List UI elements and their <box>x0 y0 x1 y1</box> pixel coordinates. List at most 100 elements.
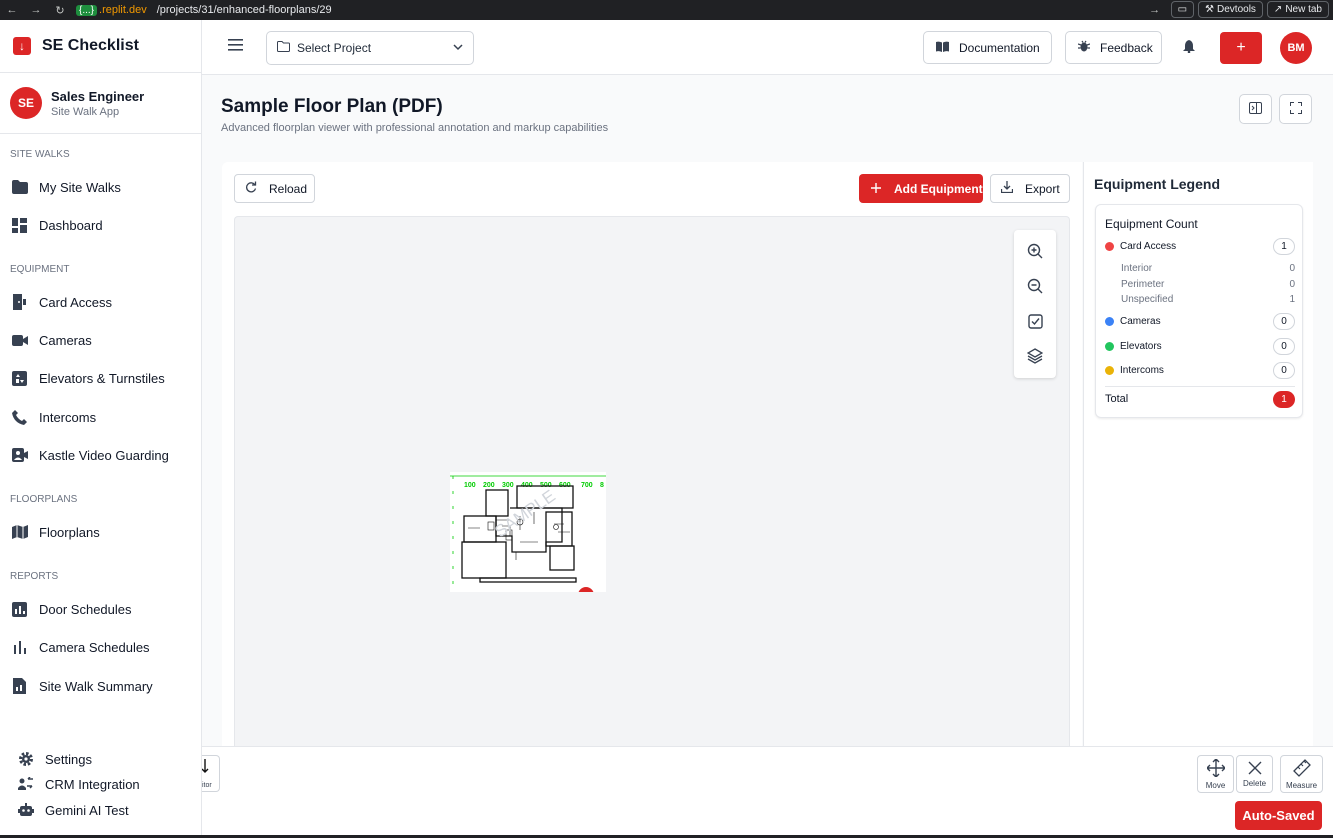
ruler-label: 700 <box>581 482 593 489</box>
legend-divider <box>1105 386 1295 387</box>
sidebar-item-label: Intercoms <box>39 409 97 425</box>
legend-row-total: Total 1 <box>1105 389 1295 409</box>
sidebar-item-settings[interactable]: Settings <box>0 747 201 771</box>
brand[interactable]: ↓ SE Checklist <box>0 20 201 73</box>
bug-icon <box>1077 40 1091 55</box>
sidebar-item-kastle[interactable]: Kastle Video Guarding <box>0 439 201 471</box>
count-badge: 0 <box>1273 361 1295 379</box>
chevron-down-icon <box>453 41 463 55</box>
user-profile[interactable]: SE Sales Engineer Site Walk App <box>0 73 201 134</box>
dashboard-icon <box>11 217 28 234</box>
menu-icon[interactable] <box>228 38 246 56</box>
legend-row-intercoms[interactable]: Intercoms 0 <box>1105 360 1295 380</box>
sidebar-item-cameras[interactable]: Cameras <box>0 324 201 356</box>
legend-label: Elevators <box>1120 340 1162 352</box>
total-badge: 1 <box>1273 390 1295 408</box>
total-label: Total <box>1105 393 1129 405</box>
sidebar-item-label: My Site Walks <box>39 179 121 195</box>
move-tool-button[interactable]: Move <box>1197 755 1234 793</box>
zoom-out-icon[interactable] <box>1025 276 1045 296</box>
legend-label: Card Access <box>1120 240 1177 252</box>
sidebar-item-label: Elevators & Turnstiles <box>39 370 165 386</box>
browser-toolbar: ← → ↻ {...} .replit.dev /projects/31/enha… <box>0 0 1333 20</box>
count-badge: 0 <box>1273 312 1295 330</box>
stats-icon <box>11 639 28 656</box>
arrow-down-icon <box>202 759 212 777</box>
forward-icon[interactable]: → <box>24 4 48 16</box>
sidebar-item-elevators[interactable]: Elevators & Turnstiles <box>0 362 201 394</box>
sidebar-item-site-walk-summary[interactable]: Site Walk Summary <box>0 670 201 702</box>
bell-icon[interactable] <box>1183 40 1197 54</box>
new-tab-button[interactable]: ↗ New tab <box>1266 1 1329 18</box>
sidebar-item-door-schedules[interactable]: Door Schedules <box>0 593 201 625</box>
delete-tool-button[interactable]: Delete <box>1236 755 1273 793</box>
select-checkbox-icon[interactable] <box>1025 311 1045 331</box>
move-icon <box>1205 757 1226 779</box>
export-button[interactable]: Export <box>990 174 1070 203</box>
top-header: Select Project Documentation Feedback + … <box>202 20 1333 75</box>
devtools-button[interactable]: ⚒ Devtools <box>1198 1 1263 18</box>
reload-browser-icon[interactable]: ↻ <box>48 4 72 17</box>
equipment-count-title: Equipment Count <box>1105 217 1198 231</box>
user-subtitle: Site Walk App <box>51 105 120 118</box>
fullscreen-icon <box>1289 101 1302 117</box>
sidebar-item-label: Camera Schedules <box>39 639 150 655</box>
back-icon[interactable]: ← <box>0 4 24 16</box>
equipment-legend: Equipment Legend Equipment Count Card Ac… <box>1083 162 1313 746</box>
autosaved-button[interactable]: Auto-Saved <box>1235 801 1322 830</box>
wrench-icon: ⚒ <box>1205 4 1215 15</box>
documentation-button[interactable]: Documentation <box>923 31 1052 64</box>
editor-tool-label: itor <box>202 782 212 789</box>
sidebar-item-label: Dashboard <box>39 217 103 233</box>
user-name: Sales Engineer <box>51 88 145 104</box>
elevators-dot <box>1105 341 1114 351</box>
floorplan-canvas[interactable]: 100 200 300 400 500 600 700 8 SAMPLE <box>234 216 1070 746</box>
legend-label: Intercoms <box>1120 364 1164 376</box>
sidebar-item-intercoms[interactable]: Intercoms <box>0 401 201 433</box>
sidebar-item-gemini[interactable]: Gemini AI Test <box>0 798 201 822</box>
user-avatar[interactable]: BM <box>1280 32 1312 64</box>
toggle-panel-button[interactable] <box>1239 94 1272 124</box>
sidebar-item-my-site-walks[interactable]: My Site Walks <box>0 171 201 203</box>
zoom-in-icon[interactable] <box>1025 241 1045 261</box>
ruler-label: 100 <box>464 482 476 489</box>
ruler-icon <box>1292 758 1311 779</box>
editor-tool-button[interactable]: itor <box>202 755 220 792</box>
legend-row-elevators[interactable]: Elevators 0 <box>1105 336 1295 356</box>
sidebar-item-card-access[interactable]: Card Access <box>0 286 201 318</box>
video-guard-icon <box>11 447 28 464</box>
checklist-logo-icon: ↓ <box>13 37 31 55</box>
share-icon[interactable]: → <box>1143 4 1167 16</box>
delete-label: Delete <box>1242 778 1267 788</box>
bottom-toolbar: itor Move Delete Measure Auto-Saved <box>202 746 1333 838</box>
reload-button[interactable]: Reload <box>234 174 315 203</box>
section-site-walks: SITE WALKS <box>10 149 70 160</box>
fullscreen-button[interactable] <box>1279 94 1312 124</box>
measure-tool-button[interactable]: Measure <box>1280 755 1323 793</box>
ruler-label: 300 <box>502 482 514 489</box>
project-select-value: Select Project <box>297 41 372 55</box>
legend-row-card-access[interactable]: Card Access 1 <box>1105 236 1295 256</box>
sidebar-item-camera-schedules[interactable]: Camera Schedules <box>0 631 201 663</box>
export-label: Export <box>1025 181 1060 196</box>
section-floorplans: FLOORPLANS <box>10 494 78 505</box>
screen-icon[interactable]: ▭ <box>1170 1 1195 18</box>
add-equipment-label: Add Equipment <box>894 181 983 196</box>
sidebar-item-label: Floorplans <box>39 524 100 540</box>
sidebar-item-label: CRM Integration <box>45 776 140 792</box>
legend-label: Cameras <box>1120 315 1161 327</box>
page-subtitle: Advanced floorplan viewer with professio… <box>221 122 609 134</box>
layers-icon[interactable] <box>1025 346 1045 366</box>
sidebar-item-floorplans[interactable]: Floorplans <box>0 516 201 548</box>
card-access-dot <box>1105 241 1114 251</box>
sidebar-item-crm[interactable]: CRM Integration <box>0 772 201 796</box>
sidebar-item-dashboard[interactable]: Dashboard <box>0 209 201 241</box>
feedback-button[interactable]: Feedback <box>1065 31 1162 64</box>
add-new-button[interactable]: + <box>1220 32 1262 64</box>
project-select[interactable]: Select Project <box>266 31 474 65</box>
floorplan-image[interactable]: 100 200 300 400 500 600 700 8 SAMPLE <box>450 472 606 603</box>
sub-label: Interior <box>1121 263 1153 274</box>
add-equipment-button[interactable]: Add Equipment <box>859 174 983 203</box>
address-bar[interactable]: {...} .replit.dev /projects/31/enhanced-f… <box>76 4 332 16</box>
legend-row-cameras[interactable]: Cameras 0 <box>1105 311 1295 331</box>
